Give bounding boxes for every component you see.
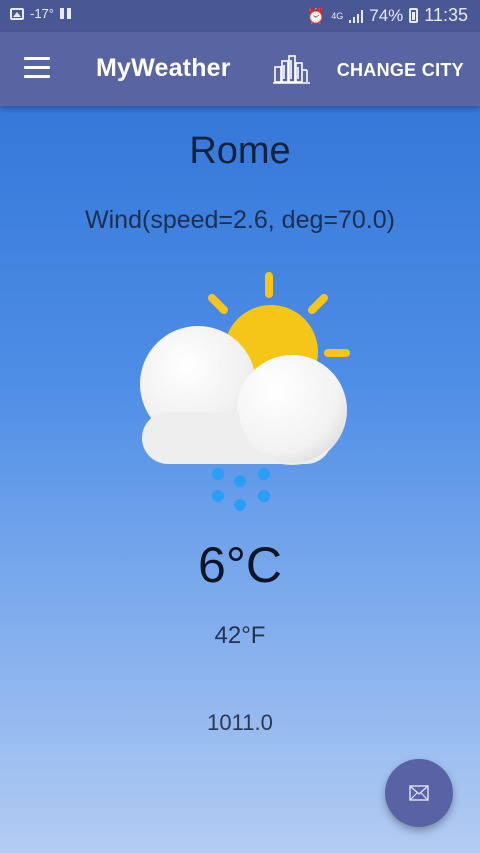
mail-icon — [409, 785, 429, 801]
pressure-value: 1011.0 — [207, 710, 273, 735]
partly-cloudy-snow-icon — [130, 262, 360, 522]
battery-icon — [409, 8, 419, 23]
mail-button[interactable] — [385, 759, 453, 827]
wind-info: Wind(speed=2.6, deg=70.0) — [85, 206, 395, 234]
battery-percent: 74% — [369, 5, 404, 25]
city-chart-icon[interactable] — [272, 52, 312, 88]
status-bar-left: -17° — [10, 6, 71, 21]
temperature-celsius: 6°C — [198, 537, 282, 593]
network-type: 4G — [331, 10, 344, 21]
temperature-fahrenheit: 42°F — [214, 622, 266, 649]
signal-icon — [349, 9, 364, 23]
menu-icon[interactable] — [24, 57, 50, 79]
status-bar: -17° ⏰ 4G 74% 11:35 — [0, 0, 480, 32]
status-bar-right: ⏰ 4G 74% 11:35 — [307, 5, 468, 26]
alarm-icon: ⏰ — [306, 7, 326, 25]
city-name: Rome — [189, 130, 291, 172]
status-temperature: -17° — [30, 6, 54, 21]
app-title: MyWeather — [96, 54, 231, 82]
change-city-button[interactable]: CHANGE CITY — [337, 60, 464, 81]
app-bar: MyWeather CHANGE CITY — [0, 32, 480, 106]
image-icon — [10, 7, 24, 20]
status-time: 11:35 — [424, 5, 468, 25]
pause-icon — [60, 8, 71, 19]
